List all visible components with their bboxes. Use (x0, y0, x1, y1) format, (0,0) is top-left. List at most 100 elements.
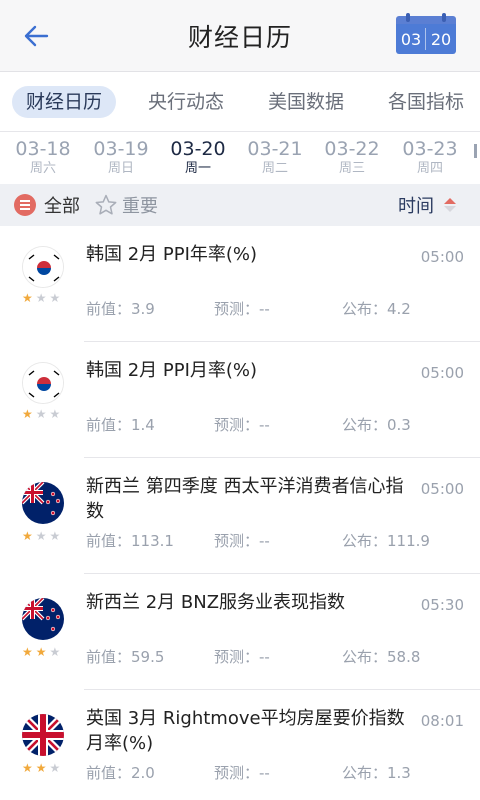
calendar-button[interactable]: 03 20 (396, 13, 456, 54)
forecast-value: 预测：-- (214, 416, 270, 434)
event-time: 05:00 (420, 480, 464, 498)
list-item[interactable]: ★ ★ ★ 新西兰 2月 BNZ服务业表现指数 05:30 前值：59.5 预测… (0, 574, 480, 690)
date-item[interactable]: 03-19 周日 (84, 138, 158, 178)
sort-by-time-button[interactable]: 时间 (398, 192, 456, 218)
uk-flag-icon (22, 714, 64, 756)
date-label: 03-22 (324, 138, 380, 160)
importance-stars: ★ ★ ★ (22, 762, 60, 774)
star-filled-icon: ★ (22, 761, 33, 775)
date-item[interactable]: 03-22 周三 (315, 138, 389, 178)
date-strip: 03-18 周六 03-19 周日 03-20 周一 03-21 周二 03-2… (0, 132, 480, 184)
tab-country-indicators[interactable]: 各国指标 (388, 86, 464, 118)
event-title: 英国 3月 Rightmove平均房屋要价指数月率(%) (86, 708, 405, 754)
star-filled-icon: ★ (35, 645, 47, 659)
actual-value: 公布：4.2 (342, 300, 411, 318)
weekday-label: 周六 (29, 161, 56, 176)
forecast-value: 预测：-- (214, 648, 270, 666)
date-label: 03-23 (402, 138, 458, 160)
calendar-date-display: 03 20 (396, 24, 456, 54)
sort-arrows-icon (444, 198, 456, 212)
star-filled-icon: ★ (35, 761, 47, 775)
list-item[interactable]: ★ ★ ★ 英国 3月 Rightmove平均房屋要价指数月率(%) 08:01… (0, 690, 480, 800)
previous-value: 前值：1.4 (86, 416, 155, 434)
importance-stars: ★ ★ ★ (22, 408, 60, 420)
event-list: ★ ★ ★ 韩国 2月 PPI年率(%) 05:00 前值：3.9 预测：-- … (0, 226, 480, 800)
filter-all-button[interactable]: 全部 (14, 192, 80, 218)
star-empty-icon: ★ (49, 761, 61, 775)
calendar-divider (425, 28, 426, 50)
event-values: 前值：1.4 预测：-- 公布：0.3 (86, 414, 456, 435)
tab-central-bank[interactable]: 央行动态 (148, 86, 224, 118)
star-empty-icon: ★ (49, 407, 61, 421)
filter-all-label: 全部 (44, 196, 80, 217)
star-outline-icon (95, 194, 117, 215)
filter-bar: 全部 重要 时间 (0, 184, 480, 226)
filter-important-label: 重要 (122, 196, 158, 217)
date-label: 03-18 (15, 138, 71, 160)
calendar-month: 03 (400, 29, 422, 49)
list-item[interactable]: ★ ★ ★ 新西兰 第四季度 西太平洋消费者信心指数 05:00 前值：113.… (0, 458, 480, 574)
category-tabs: 财经日历 央行动态 美国数据 各国指标 (0, 72, 480, 132)
actual-value: 公布：58.8 (342, 648, 421, 666)
filter-important-button[interactable]: 重要 (94, 192, 158, 218)
previous-value: 前值：2.0 (86, 764, 155, 782)
weekday-label: 周一 (184, 161, 211, 176)
event-values: 前值：2.0 预测：-- 公布：1.3 (86, 762, 456, 783)
event-time: 05:30 (420, 596, 464, 614)
event-title: 新西兰 2月 BNZ服务业表现指数 (86, 592, 346, 613)
star-filled-icon: ★ (22, 291, 33, 305)
calendar-day: 20 (430, 29, 452, 49)
nz-flag-icon (22, 598, 64, 640)
star-empty-icon: ★ (35, 407, 47, 421)
date-item[interactable]: 03-23 周四 (393, 138, 467, 178)
tab-us-data[interactable]: 美国数据 (268, 86, 344, 118)
previous-value: 前值：113.1 (86, 532, 174, 550)
star-empty-icon: ★ (35, 529, 47, 543)
event-title: 韩国 2月 PPI月率(%) (86, 360, 258, 381)
forecast-value: 预测：-- (214, 300, 270, 318)
kr-flag-icon (22, 246, 64, 288)
importance-stars: ★ ★ ★ (22, 530, 60, 542)
calendar-ring (406, 13, 410, 22)
star-filled-icon: ★ (22, 529, 33, 543)
list-icon (14, 194, 36, 216)
date-label: 03-20 (170, 138, 226, 160)
sort-time-label: 时间 (398, 196, 434, 217)
calendar-icon (396, 16, 456, 24)
event-values: 前值：59.5 预测：-- 公布：58.8 (86, 646, 456, 667)
calendar-ring (442, 13, 446, 22)
event-values: 前值：113.1 预测：-- 公布：111.9 (86, 530, 456, 551)
weekday-label: 周三 (338, 161, 365, 176)
event-title: 新西兰 第四季度 西太平洋消费者信心指数 (86, 476, 404, 522)
star-filled-icon: ★ (22, 645, 33, 659)
date-item-selected[interactable]: 03-20 周一 (161, 138, 235, 178)
date-label: 03-19 (93, 138, 149, 160)
star-empty-icon: ★ (49, 529, 61, 543)
star-empty-icon: ★ (49, 291, 61, 305)
date-item-partial[interactable] (474, 144, 480, 158)
actual-value: 公布：111.9 (342, 532, 430, 550)
weekday-label: 周二 (261, 161, 288, 176)
actual-value: 公布：0.3 (342, 416, 411, 434)
actual-value: 公布：1.3 (342, 764, 411, 782)
list-item[interactable]: ★ ★ ★ 韩国 2月 PPI月率(%) 05:00 前值：1.4 预测：-- … (0, 342, 480, 458)
date-item[interactable]: 03-18 周六 (6, 138, 80, 178)
header-bar: 财经日历 03 20 (0, 0, 480, 72)
nz-flag-icon (22, 482, 64, 524)
weekday-label: 周四 (416, 161, 443, 176)
importance-stars: ★ ★ ★ (22, 646, 60, 658)
forecast-value: 预测：-- (214, 764, 270, 782)
list-item[interactable]: ★ ★ ★ 韩国 2月 PPI年率(%) 05:00 前值：3.9 预测：-- … (0, 226, 480, 342)
event-time: 08:01 (420, 712, 464, 730)
previous-value: 前值：3.9 (86, 300, 155, 318)
star-filled-icon: ★ (22, 407, 33, 421)
tab-finance-calendar[interactable]: 财经日历 (12, 86, 117, 118)
date-item[interactable]: 03-21 周二 (238, 138, 312, 178)
importance-stars: ★ ★ ★ (22, 292, 60, 304)
date-label: 03-21 (247, 138, 303, 160)
event-time: 05:00 (420, 364, 464, 382)
star-empty-icon: ★ (49, 645, 61, 659)
kr-flag-icon (22, 362, 64, 404)
event-time: 05:00 (420, 248, 464, 266)
event-values: 前值：3.9 预测：-- 公布：4.2 (86, 298, 456, 319)
